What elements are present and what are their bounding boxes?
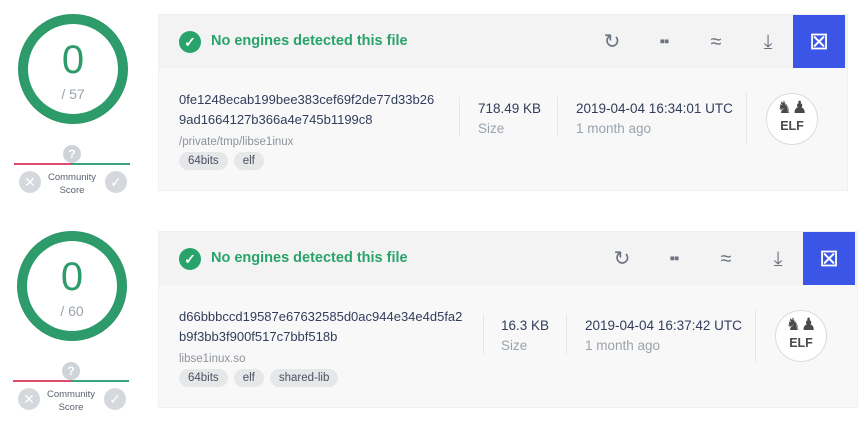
community-score: ? ✕ Community Score ✓ [14, 145, 132, 205]
check-circle-icon: ✓ [179, 31, 201, 53]
hash-line-1: 0fe1248ecab199bee383cef69f2de77d33b26 [179, 92, 435, 107]
linux-icon: ♞♟ [776, 98, 808, 117]
detection-status: No engines detected this file [211, 250, 408, 266]
graph-icon[interactable]: ⊠ [803, 232, 855, 285]
result-card: 0 / 60 ? ✕ Community Score ✓ ✓ No engine… [0, 217, 862, 433]
divider [483, 314, 484, 354]
detection-gauge: 0 / 60 [17, 231, 127, 341]
community-bar-positive [71, 380, 129, 382]
tag-chip[interactable]: elf [233, 152, 264, 170]
tag-list: 64bits elf shared-lib [179, 369, 339, 387]
divider [557, 97, 558, 137]
download-icon[interactable]: ⤓ [755, 29, 781, 55]
vote-malicious-button[interactable]: ✕ [18, 388, 40, 410]
file-path: libse1inux.so [179, 353, 246, 365]
panel-header: ✓ No engines detected this file ↻ ▪▪ ≈ ⤓… [159, 232, 857, 285]
vote-harmless-button[interactable]: ✓ [105, 171, 127, 193]
linux-icon: ♞♟ [785, 315, 817, 334]
check-circle-icon: ✓ [179, 248, 201, 270]
hash-line-2: 9ad1664127b366a4e745b1199c8 [179, 112, 373, 127]
panel-header: ✓ No engines detected this file ↻ ▪▪ ≈ ⤓… [159, 15, 847, 68]
filetype-label: ELF [789, 336, 813, 350]
approximate-icon[interactable]: ≈ [703, 29, 729, 55]
community-score-label: Community Score [42, 171, 102, 197]
community-score: ? ✕ Community Score ✓ [13, 362, 131, 422]
divider [459, 97, 460, 137]
tag-list: 64bits elf [179, 152, 264, 170]
reanalyze-icon[interactable]: ↻ [609, 246, 635, 272]
scan-date: 2019-04-04 16:37:42 UTC [585, 318, 742, 333]
approximate-icon[interactable]: ≈ [713, 246, 739, 272]
community-label-line1: Community [47, 172, 97, 183]
vote-harmless-button[interactable]: ✓ [104, 388, 126, 410]
community-label-line2: Score [59, 185, 85, 196]
tag-chip[interactable]: elf [233, 369, 264, 387]
file-size: 718.49 KB [478, 101, 542, 116]
engine-total: / 60 [60, 303, 84, 319]
scan-date-relative: 1 month ago [585, 338, 661, 353]
file-size-label: Size [501, 338, 528, 353]
hash-line-2: b9f3bb3f900f517c7bbf518b [179, 329, 338, 344]
file-size-label: Size [478, 121, 505, 136]
gauge-face: 0 / 60 [27, 241, 117, 331]
similar-icon[interactable]: ▪▪ [661, 246, 687, 272]
filetype-badge: ♞♟ ELF [766, 93, 818, 145]
tag-chip[interactable]: 64bits [179, 152, 228, 170]
download-icon[interactable]: ⤓ [765, 246, 791, 272]
vote-malicious-button[interactable]: ✕ [19, 171, 41, 193]
tag-chip[interactable]: shared-lib [269, 369, 339, 387]
hash-line-1: d66bbbccd19587e67632585d0ac944e34e4d5fa2 [179, 309, 463, 324]
graph-icon[interactable]: ⊠ [793, 15, 845, 68]
community-bar-negative [13, 380, 71, 382]
tag-chip[interactable]: 64bits [179, 369, 228, 387]
detection-count: 0 [60, 255, 84, 299]
file-panel: ✓ No engines detected this file ↻ ▪▪ ≈ ⤓… [158, 231, 858, 408]
question-icon: ? [63, 145, 81, 163]
scan-date-relative: 1 month ago [576, 121, 652, 136]
community-label-line2: Score [58, 402, 84, 413]
score-column: 0 / 57 ? ✕ Community Score ✓ [0, 0, 148, 200]
community-label-line1: Community [46, 389, 96, 400]
file-path: /private/tmp/libse1inux [179, 136, 294, 148]
gauge-face: 0 / 57 [28, 24, 118, 114]
file-panel: ✓ No engines detected this file ↻ ▪▪ ≈ ⤓… [158, 14, 848, 191]
result-card: 0 / 57 ? ✕ Community Score ✓ ✓ No engine… [0, 0, 862, 200]
detection-status: No engines detected this file [211, 33, 408, 49]
file-size: 16.3 KB [501, 318, 550, 333]
divider [566, 314, 567, 354]
divider [746, 93, 747, 145]
divider [755, 310, 756, 362]
score-column: 0 / 60 ? ✕ Community Score ✓ [0, 217, 148, 433]
community-score-label: Community Score [41, 388, 101, 414]
file-hash[interactable]: 0fe1248ecab199bee383cef69f2de77d33b26 9a… [179, 90, 449, 130]
engine-total: / 57 [61, 86, 85, 102]
reanalyze-icon[interactable]: ↻ [599, 29, 625, 55]
filetype-badge: ♞♟ ELF [775, 310, 827, 362]
detection-count: 0 [61, 38, 85, 82]
similar-icon[interactable]: ▪▪ [651, 29, 677, 55]
scan-date: 2019-04-04 16:34:01 UTC [576, 101, 733, 116]
filetype-label: ELF [780, 119, 804, 133]
detection-gauge: 0 / 57 [18, 14, 128, 124]
community-bar-positive [72, 163, 130, 165]
community-bar-negative [14, 163, 72, 165]
file-hash[interactable]: d66bbbccd19587e67632585d0ac944e34e4d5fa2… [179, 307, 474, 347]
question-icon: ? [62, 362, 80, 380]
